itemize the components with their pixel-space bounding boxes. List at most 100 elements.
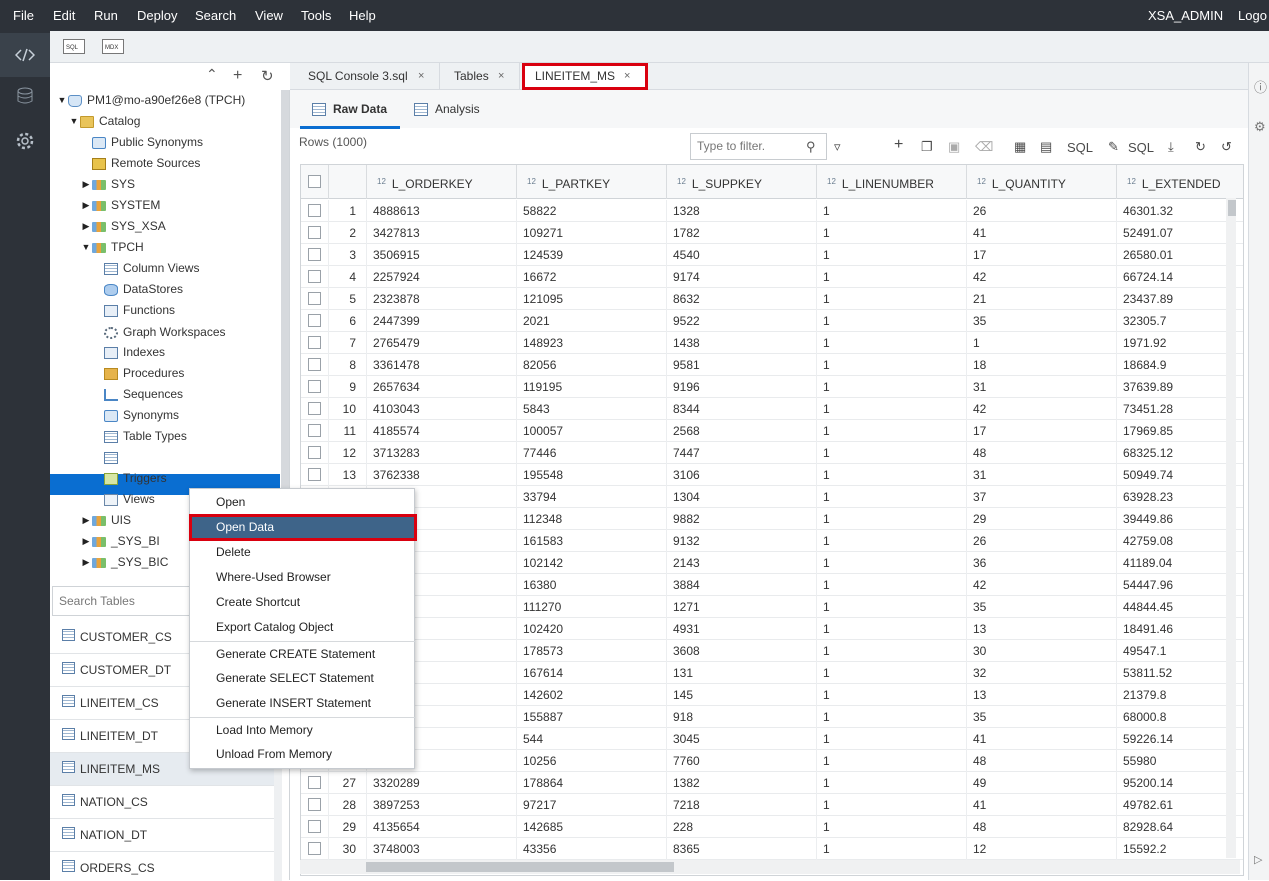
menu-view[interactable]: View bbox=[255, 8, 283, 23]
table-cell[interactable]: 4135654 bbox=[367, 816, 517, 838]
table-cell[interactable]: 50949.74 bbox=[1117, 464, 1243, 486]
table-cell[interactable]: 102142 bbox=[517, 552, 667, 574]
table-cell[interactable]: 95200.14 bbox=[1117, 772, 1243, 794]
table-list-item[interactable]: NATION_DT bbox=[50, 819, 274, 852]
tree-item[interactable]: ▼ Catalog bbox=[68, 111, 141, 132]
save-icon[interactable]: ▣ bbox=[948, 139, 960, 155]
table-cell[interactable]: 111270 bbox=[517, 596, 667, 618]
row-checkbox[interactable] bbox=[308, 226, 321, 239]
table-cell[interactable]: 100057 bbox=[517, 420, 667, 442]
table-cell[interactable]: 10256 bbox=[517, 750, 667, 772]
tree-item[interactable]: Graph Workspaces bbox=[104, 322, 226, 343]
table-cell[interactable]: 1 bbox=[817, 750, 967, 772]
table-cell[interactable]: 32 bbox=[967, 662, 1117, 684]
table-cell[interactable]: 1 bbox=[817, 310, 967, 332]
open-sql-button[interactable]: SQL bbox=[1067, 140, 1093, 155]
tree-item[interactable]: ▶ _SYS_BIC bbox=[80, 552, 169, 573]
table-cell[interactable]: 145 bbox=[667, 684, 817, 706]
table-cell[interactable]: 13 bbox=[967, 684, 1117, 706]
tree-item[interactable]: DataStores bbox=[104, 279, 183, 300]
table-cell[interactable]: 82056 bbox=[517, 354, 667, 376]
tree-item[interactable]: Views bbox=[104, 489, 155, 510]
column-header[interactable]: 12 L_QUANTITY bbox=[967, 165, 1117, 199]
tree-item[interactable]: Column Views bbox=[104, 258, 199, 279]
gear-icon[interactable]: ⚙ bbox=[1254, 119, 1266, 135]
tree-item[interactable]: Public Synonyms bbox=[92, 132, 203, 153]
table-cell[interactable]: 1438 bbox=[667, 332, 817, 354]
table-row[interactable]: 8 3361478 82056 9581 1 18 18684.9 bbox=[301, 354, 1243, 376]
tree-item[interactable]: ▶ UIS bbox=[80, 510, 131, 531]
info-icon[interactable]: ⓘ bbox=[1254, 77, 1267, 96]
table-cell[interactable]: 42759.08 bbox=[1117, 530, 1243, 552]
table-row[interactable]: 5 2323878 121095 8632 1 21 23437.89 bbox=[301, 288, 1243, 310]
download-icon[interactable]: ⤓ bbox=[1168, 139, 1174, 155]
table-cell[interactable]: 42 bbox=[967, 398, 1117, 420]
table-cell[interactable]: 49 bbox=[967, 772, 1117, 794]
table-row[interactable]: 161583 9132 1 26 42759.08 bbox=[301, 530, 1243, 552]
table-row[interactable]: 27 3320289 178864 1382 1 49 95200.14 bbox=[301, 772, 1243, 794]
table-cell[interactable]: 2143 bbox=[667, 552, 817, 574]
table-cell[interactable]: 148923 bbox=[517, 332, 667, 354]
context-menu-item-gen-insert[interactable]: Generate INSERT Statement bbox=[190, 691, 416, 716]
table-cell[interactable]: 18684.9 bbox=[1117, 354, 1243, 376]
table-row[interactable]: 514260214511321379.8 bbox=[301, 684, 1243, 706]
table-cell[interactable]: 1782 bbox=[667, 222, 817, 244]
add-row-icon[interactable]: + bbox=[894, 136, 903, 154]
expand-arrow-icon[interactable]: ▶ bbox=[80, 531, 92, 552]
row-checkbox[interactable] bbox=[308, 358, 321, 371]
table-cell[interactable]: 4540 bbox=[667, 244, 817, 266]
table-cell[interactable]: 167614 bbox=[517, 662, 667, 684]
table-cell[interactable]: 8344 bbox=[667, 398, 817, 420]
delete-icon[interactable]: ⌫ bbox=[975, 139, 993, 155]
row-checkbox[interactable] bbox=[308, 336, 321, 349]
table-cell[interactable]: 1 bbox=[817, 442, 967, 464]
context-menu-item-gen-create[interactable]: Generate CREATE Statement bbox=[190, 641, 416, 666]
table-cell[interactable]: 7447 bbox=[667, 442, 817, 464]
table-cell[interactable]: 1304 bbox=[667, 486, 817, 508]
table-cell[interactable]: 1 bbox=[817, 222, 967, 244]
table-row[interactable]: 13 3762338 195548 3106 1 31 50949.74 bbox=[301, 464, 1243, 486]
table-cell[interactable]: 155887 bbox=[517, 706, 667, 728]
tree-item[interactable]: Triggers bbox=[104, 468, 167, 489]
table-cell[interactable]: 131 bbox=[667, 662, 817, 684]
row-checkbox[interactable] bbox=[308, 380, 321, 393]
table-cell[interactable]: 7218 bbox=[667, 794, 817, 816]
table-cell[interactable]: 18 bbox=[967, 354, 1117, 376]
tab-sql-console[interactable]: SQL Console 3.sql × bbox=[290, 63, 440, 90]
table-row[interactable]: 7178573360813049547.1 bbox=[301, 640, 1243, 662]
collapse-icon[interactable]: ⌃ bbox=[206, 66, 218, 83]
horizontal-scroll-thumb[interactable] bbox=[366, 862, 674, 872]
table-cell[interactable]: 195548 bbox=[517, 464, 667, 486]
table-row[interactable]: 933794130413763928.23 bbox=[301, 486, 1243, 508]
row-checkbox[interactable] bbox=[308, 424, 321, 437]
table-cell[interactable]: 15592.2 bbox=[1117, 838, 1243, 860]
table-row[interactable]: 29 4135654 142685 228 1 48 82928.64 bbox=[301, 816, 1243, 838]
close-icon[interactable]: × bbox=[624, 63, 630, 89]
table-cell[interactable]: 161583 bbox=[517, 530, 667, 552]
table-cell[interactable]: 43356 bbox=[517, 838, 667, 860]
grid-vertical-scrollbar[interactable] bbox=[1226, 198, 1236, 858]
table-cell[interactable]: 1 bbox=[817, 816, 967, 838]
table-cell[interactable]: 42 bbox=[967, 574, 1117, 596]
row-checkbox[interactable] bbox=[308, 248, 321, 261]
table-row[interactable]: 2 3427813 109271 1782 1 41 52491.07 bbox=[301, 222, 1243, 244]
close-icon[interactable]: × bbox=[498, 63, 504, 89]
table-row[interactable]: 11 4185574 100057 2568 1 17 17969.85 bbox=[301, 420, 1243, 442]
table-row[interactable]: 916380388414254447.96 bbox=[301, 574, 1243, 596]
settings-icon[interactable] bbox=[0, 119, 50, 163]
table-cell[interactable]: 2447399 bbox=[367, 310, 517, 332]
table-cell[interactable]: 35 bbox=[967, 706, 1117, 728]
table-cell[interactable]: 3897253 bbox=[367, 794, 517, 816]
expand-arrow-icon[interactable]: ▶ bbox=[80, 552, 92, 573]
table-cell[interactable]: 17 bbox=[967, 420, 1117, 442]
tree-item[interactable]: Sequences bbox=[104, 384, 183, 405]
table-row[interactable]: 9 2657634 119195 9196 1 31 37639.89 bbox=[301, 376, 1243, 398]
table-cell[interactable]: 31 bbox=[967, 464, 1117, 486]
context-menu-item-where-used[interactable]: Where-Used Browser bbox=[190, 565, 416, 590]
row-checkbox[interactable] bbox=[308, 798, 321, 811]
table-cell[interactable]: 4888613 bbox=[367, 200, 517, 222]
table-cell[interactable]: 918 bbox=[667, 706, 817, 728]
table-cell[interactable]: 544 bbox=[517, 728, 667, 750]
table-cell[interactable]: 3320289 bbox=[367, 772, 517, 794]
table-row[interactable]: 4 2257924 16672 9174 1 42 66724.14 bbox=[301, 266, 1243, 288]
